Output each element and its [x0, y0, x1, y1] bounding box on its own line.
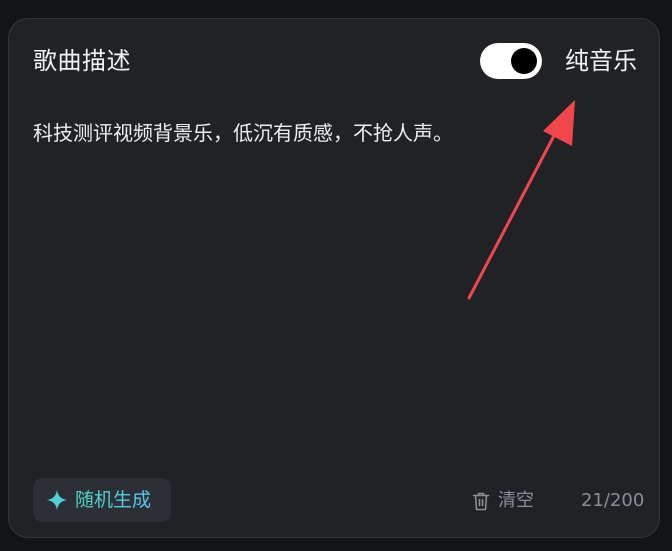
- clear-label: 清空: [498, 490, 534, 511]
- song-description-panel: 歌曲描述 纯音乐 科技测评视频背景乐，低沉有质感，不抢人声。 随机生成 清空 2…: [8, 18, 660, 538]
- character-counter: 21/200: [581, 490, 645, 511]
- description-text[interactable]: 科技测评视频背景乐，低沉有质感，不抢人声。: [33, 118, 633, 148]
- random-generate-button[interactable]: 随机生成: [33, 478, 171, 522]
- clear-button[interactable]: 清空: [472, 488, 534, 514]
- toggle-knob: [511, 48, 537, 74]
- random-generate-label: 随机生成: [75, 478, 151, 522]
- instrumental-toggle[interactable]: [480, 43, 542, 79]
- trash-icon: [472, 492, 490, 511]
- panel-title: 歌曲描述: [33, 47, 131, 75]
- sparkle-icon: [47, 490, 67, 510]
- instrumental-toggle-label: 纯音乐: [565, 47, 637, 75]
